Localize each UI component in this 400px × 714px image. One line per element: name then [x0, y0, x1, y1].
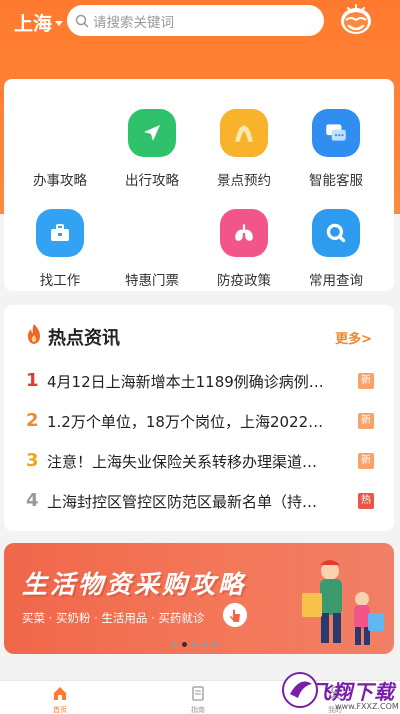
- service-label: 特惠门票: [125, 273, 179, 289]
- carousel-dot[interactable]: [212, 642, 217, 647]
- news-badge: 新: [358, 373, 374, 389]
- service-item-scenic[interactable]: 景点预约: [198, 89, 290, 189]
- news-text: 1.2万个单位，18万个岗位，上海2022…: [47, 413, 324, 431]
- service-label: 智能客服: [309, 173, 363, 189]
- service-item-tickets[interactable]: 特惠门票: [106, 189, 198, 289]
- flame-icon: [28, 324, 40, 344]
- search-icon: [312, 209, 360, 257]
- watermark-text: 飞翔下载: [311, 680, 395, 704]
- news-rank: 1: [26, 370, 39, 391]
- service-item-jobs[interactable]: 找工作: [14, 189, 106, 289]
- tab-label: 首页: [53, 706, 67, 714]
- city-label: 上海: [14, 13, 53, 35]
- lungs-icon: [220, 209, 268, 257]
- tap-hand-icon: [223, 603, 247, 627]
- carousel-indicator[interactable]: [172, 642, 232, 648]
- carousel-dot[interactable]: [172, 642, 177, 647]
- carousel-dot[interactable]: [202, 642, 207, 647]
- hot-news-card: 热点资讯 更多> 1 4月12日上海新增本土1189例确诊病例… 新 2 1.2…: [4, 305, 394, 531]
- news-badge: 新: [358, 453, 374, 469]
- service-item-epidemic[interactable]: 防疫政策: [198, 189, 290, 289]
- carousel-dot-active[interactable]: [182, 642, 187, 647]
- service-label: 找工作: [39, 273, 81, 289]
- tab-guide[interactable]: 指南: [168, 685, 228, 714]
- banner-subtitle: 买菜 · 买奶粉 · 生活用品 · 买药就诊: [22, 611, 205, 625]
- promo-banner[interactable]: 生活物资采购攻略 买菜 · 买奶粉 · 生活用品 · 买药就诊: [4, 543, 394, 654]
- search-icon: [75, 14, 89, 27]
- search-placeholder: 请搜索关键词: [93, 14, 174, 31]
- caret-down-icon: [55, 21, 64, 26]
- news-rank: 3: [26, 450, 39, 471]
- news-rank: 4: [26, 490, 39, 511]
- news-badge: 新: [358, 413, 374, 429]
- tab-label: 指南: [191, 706, 205, 714]
- service-label: 办事攻略: [33, 173, 87, 189]
- news-item[interactable]: 4 上海封控区管控区防范区最新名单（持… 热: [4, 487, 394, 517]
- news-header: 热点资讯 更多>: [4, 305, 394, 365]
- send-arrow-icon: [128, 109, 176, 157]
- news-title: 热点资讯: [48, 328, 120, 349]
- city-selector[interactable]: 上海: [14, 9, 64, 36]
- chat-icon: [312, 109, 360, 157]
- briefcase-icon: [36, 209, 84, 257]
- news-text: 上海封控区管控区防范区最新名单（持…: [47, 493, 318, 511]
- news-rank: 2: [26, 410, 39, 431]
- service-item-query[interactable]: 常用查询: [290, 189, 382, 289]
- service-item-guide[interactable]: 办事攻略: [14, 89, 106, 189]
- news-text: 4月12日上海新增本土1189例确诊病例…: [47, 373, 324, 391]
- news-item[interactable]: 2 1.2万个单位，18万个岗位，上海2022… 新: [4, 407, 394, 437]
- news-item[interactable]: 1 4月12日上海新增本土1189例确诊病例… 新: [4, 367, 394, 397]
- service-label: 防疫政策: [217, 273, 271, 289]
- watermark-url: www.FXXZ.COM: [335, 702, 399, 711]
- tab-home[interactable]: 首页: [30, 685, 90, 714]
- news-text: 注意！上海失业保险关系转移办理渠道…: [47, 453, 318, 471]
- service-label: 景点预约: [217, 173, 271, 189]
- landmark-icon: [220, 109, 268, 157]
- more-link[interactable]: 更多>: [335, 328, 372, 347]
- mascot-avatar-icon[interactable]: [338, 2, 374, 36]
- service-item-chat[interactable]: 智能客服: [290, 89, 382, 189]
- document-icon: [192, 686, 204, 701]
- service-label: 出行攻略: [125, 173, 179, 189]
- home-icon: [54, 687, 66, 700]
- service-grid: 办事攻略 出行攻略 景点预约 智能客服 找工作 特惠门票 防疫政策 常用查询: [4, 79, 394, 291]
- service-label: 常用查询: [309, 273, 363, 289]
- news-badge: 热: [358, 493, 374, 509]
- service-item-travel[interactable]: 出行攻略: [106, 89, 198, 189]
- search-input[interactable]: 请搜索关键词: [67, 5, 324, 36]
- news-item[interactable]: 3 注意！上海失业保险关系转移办理渠道… 新: [4, 447, 394, 477]
- shoppers-illustration: [302, 560, 384, 645]
- banner-title: 生活物资采购攻略: [22, 570, 247, 599]
- carousel-dot[interactable]: [192, 642, 197, 647]
- top-bar: 上海 请搜索关键词: [0, 0, 400, 44]
